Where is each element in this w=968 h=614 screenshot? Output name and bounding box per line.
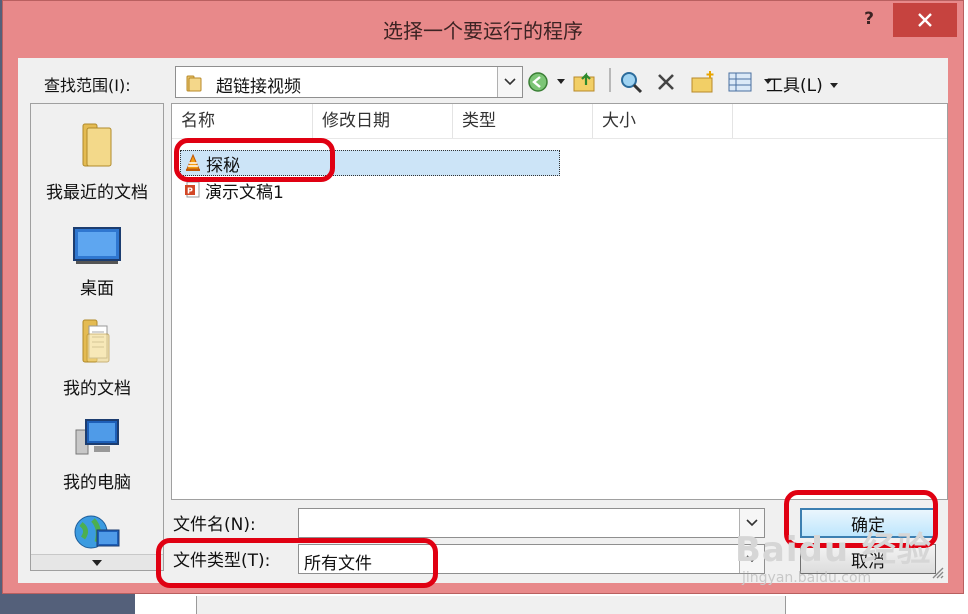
dropdown-arrow-icon <box>830 83 839 88</box>
folder-icon <box>186 73 204 97</box>
place-desktop[interactable]: 桌面 <box>31 226 163 299</box>
place-label: 我的文档 <box>63 379 131 399</box>
column-header-name[interactable]: 名称 <box>172 104 313 138</box>
search-web-button[interactable] <box>616 68 646 96</box>
look-in-label: 查找范围(I): <box>44 76 131 95</box>
highlight-file-type <box>156 538 438 588</box>
back-button[interactable] <box>525 68 551 96</box>
place-recent-documents[interactable]: 我最近的文档 <box>31 120 163 203</box>
place-label: 我最近的文档 <box>46 183 148 203</box>
computer-icon <box>75 419 119 455</box>
delete-icon <box>658 74 674 90</box>
chevron-down-icon[interactable] <box>497 67 522 97</box>
tools-label: 工具(L) <box>766 76 823 96</box>
network-icon <box>74 515 120 549</box>
place-my-documents[interactable]: 我的文档 <box>31 316 163 399</box>
places-scroll-down[interactable] <box>31 554 163 570</box>
desktop-icon <box>73 227 121 264</box>
search-web-icon <box>621 72 643 94</box>
back-icon <box>528 72 548 92</box>
filename-combobox[interactable] <box>298 508 765 538</box>
background-window-edge <box>196 596 786 614</box>
scroll-down-icon <box>92 560 102 566</box>
new-folder-icon <box>691 71 714 93</box>
new-folder-button[interactable] <box>688 68 718 96</box>
column-header-size[interactable]: 大小 <box>593 104 733 138</box>
svg-text:P: P <box>187 187 193 196</box>
close-button[interactable] <box>893 3 957 37</box>
look-in-value: 超链接视频 <box>216 77 301 97</box>
filename-label: 文件名(N): <box>173 515 256 535</box>
help-button[interactable]: ? <box>855 9 883 35</box>
watermark-logo: Baidu 经验 <box>735 530 932 570</box>
title-bar[interactable]: 选择一个要运行的程序 ? <box>3 1 963 57</box>
up-folder-icon <box>573 72 595 92</box>
up-folder-button[interactable] <box>570 68 600 96</box>
place-network[interactable] <box>31 512 163 560</box>
column-header-type[interactable]: 类型 <box>453 104 593 138</box>
place-label: 桌面 <box>80 279 114 299</box>
look-in-combobox[interactable]: 超链接视频 <box>175 66 523 98</box>
place-my-computer[interactable]: 我的电脑 <box>31 416 163 493</box>
close-icon <box>918 13 932 27</box>
views-button[interactable] <box>725 68 755 96</box>
back-dropdown[interactable] <box>555 68 567 96</box>
documents-icon <box>82 319 110 363</box>
delete-button[interactable] <box>652 68 680 96</box>
place-label: 我的电脑 <box>63 473 131 493</box>
dialog-title: 选择一个要运行的程序 <box>383 19 583 43</box>
places-bar: 我最近的文档 桌面 我的文档 我的电脑 <box>30 103 164 571</box>
highlight-selected-file <box>174 138 335 182</box>
resize-grip-icon[interactable] <box>930 565 944 579</box>
column-header-modified[interactable]: 修改日期 <box>313 104 453 138</box>
views-icon <box>728 72 752 92</box>
recent-folder-icon <box>82 123 112 167</box>
dropdown-arrow-icon <box>557 79 565 84</box>
watermark-url: jingyan.baidu.com <box>742 570 872 586</box>
toolbar-separator <box>609 68 611 92</box>
tools-menu[interactable]: 工具(L) <box>766 71 839 96</box>
powerpoint-icon: P <box>183 181 201 199</box>
